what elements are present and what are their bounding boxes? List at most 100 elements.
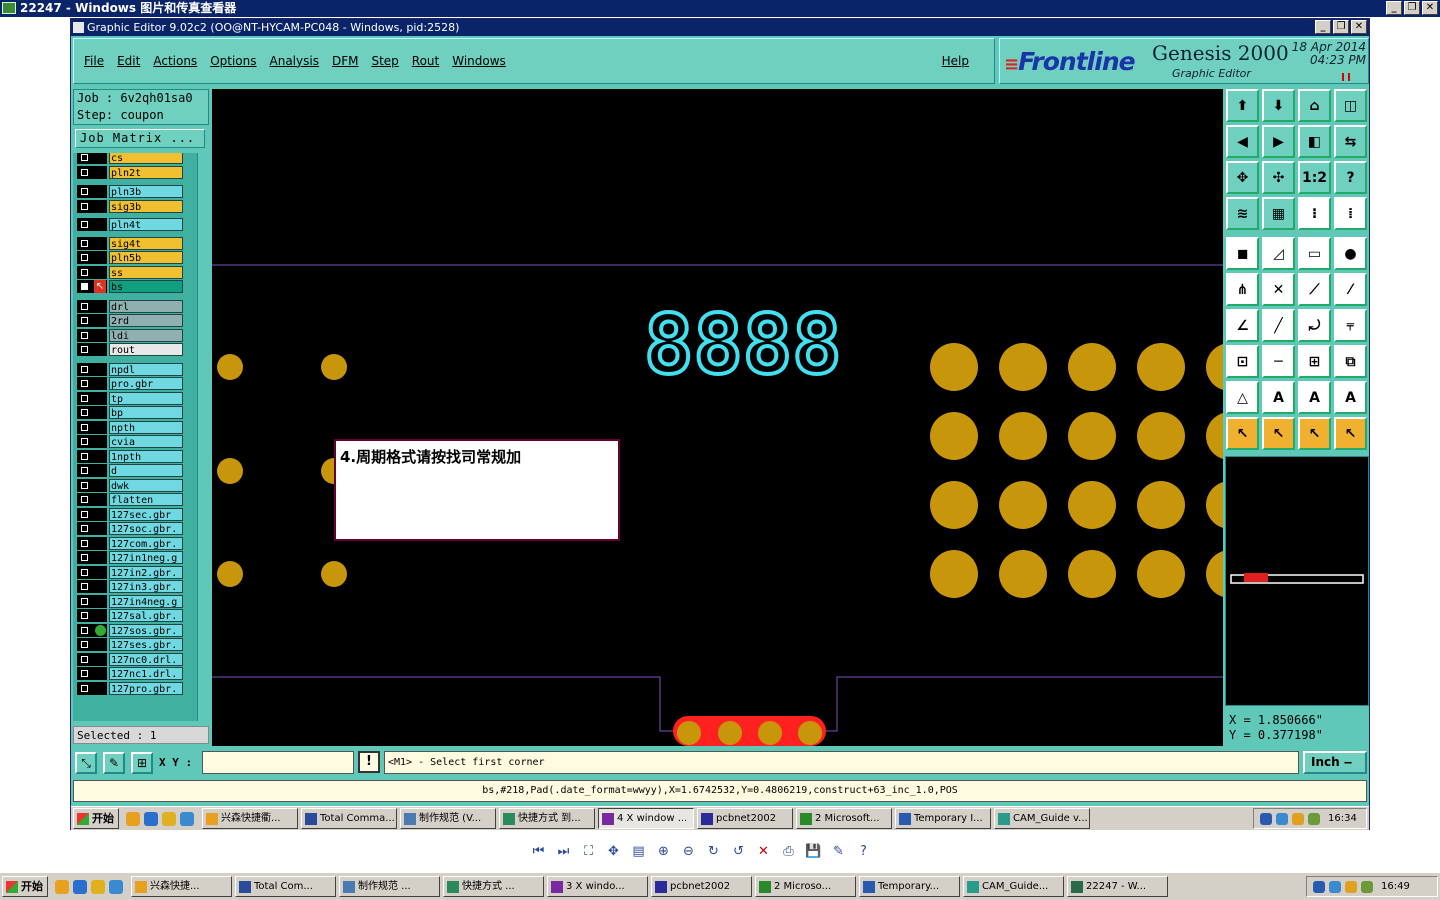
layer-checkbox[interactable]: [77, 464, 107, 477]
zoom-center-icon[interactable]: ✣: [1262, 161, 1295, 194]
help-icon[interactable]: ?: [1334, 161, 1367, 194]
layer-row[interactable]: rout: [75, 343, 185, 356]
layer-row[interactable]: ss: [75, 265, 185, 279]
node-icon[interactable]: ⊡: [1226, 345, 1259, 378]
taskbar-item[interactable]: 快捷方式 ...: [443, 876, 544, 897]
xy-input[interactable]: [202, 751, 354, 774]
points-icon[interactable]: ⁄: [1334, 273, 1367, 306]
unit-selector[interactable]: Inch ‒: [1303, 751, 1367, 774]
job-matrix-button[interactable]: Job Matrix ...: [75, 129, 205, 148]
taskbar-item[interactable]: 22247 - W...: [1067, 876, 1168, 897]
layer-row[interactable]: 1npth: [75, 449, 185, 463]
tray-icon[interactable]: [1313, 880, 1325, 893]
tray-icon[interactable]: [1292, 812, 1304, 825]
app-close-button[interactable]: ✕: [1351, 20, 1367, 34]
text-a-icon[interactable]: △: [1226, 381, 1259, 414]
measure-icon[interactable]: ⊞: [1298, 345, 1331, 378]
layer-checkbox[interactable]: [77, 652, 107, 666]
layer-row[interactable]: pln3b: [75, 185, 185, 198]
layer-row[interactable]: pro.gbr: [75, 377, 185, 390]
layer-row[interactable]: ldi: [75, 328, 185, 342]
outlook-icon[interactable]: [109, 879, 123, 894]
zoom-fit-icon[interactable]: ✥: [1226, 161, 1259, 194]
menu-rout[interactable]: Rout: [412, 54, 439, 68]
best-fit-icon[interactable]: ⛶: [580, 843, 597, 860]
transform-icon[interactable]: ◿: [1262, 237, 1295, 270]
tray-icon[interactable]: [1361, 880, 1373, 893]
taskbar-item[interactable]: Total Comma...: [301, 808, 397, 829]
dash-icon[interactable]: ─: [1262, 345, 1295, 378]
taskbar-item[interactable]: 兴森快捷...: [131, 876, 232, 897]
layer-row[interactable]: pln4t: [75, 218, 185, 231]
layer-row[interactable]: 127in1neg.g: [75, 551, 185, 564]
layer-row[interactable]: 127ses.gbr.: [75, 638, 185, 651]
layer-row[interactable]: 127com.gbr.: [75, 536, 185, 550]
layer-row[interactable]: npdl: [75, 362, 185, 376]
grid-icon[interactable]: ▦: [1262, 197, 1295, 230]
layer-checkbox[interactable]: [77, 449, 107, 463]
tray-icon[interactable]: [1308, 812, 1320, 825]
arc-icon[interactable]: ⤾: [1298, 309, 1331, 342]
layer-checkbox[interactable]: [77, 236, 107, 250]
start-button[interactable]: 开始: [73, 808, 119, 829]
layer-row[interactable]: sig4t: [75, 236, 185, 250]
layer-checkbox[interactable]: [77, 328, 107, 342]
layer-row[interactable]: sig3b: [75, 199, 185, 213]
app-restore-button[interactable]: ❐: [1333, 20, 1349, 34]
tray-icon[interactable]: [1260, 812, 1272, 825]
viewer-help-icon[interactable]: ?: [855, 843, 872, 860]
layer-row[interactable]: npth: [75, 420, 185, 434]
layer-checkbox[interactable]: [77, 681, 107, 695]
messenger-icon[interactable]: [126, 811, 140, 826]
taskbar-item[interactable]: 快捷方式 到...: [499, 808, 595, 829]
layer-scrollbar[interactable]: [197, 153, 207, 721]
layer-checkbox[interactable]: [77, 362, 107, 376]
layer-checkbox[interactable]: [77, 667, 107, 680]
home-icon[interactable]: ⌂: [1298, 89, 1331, 122]
select-tool-button[interactable]: ⤡: [75, 752, 97, 774]
save-icon[interactable]: ⬇: [1262, 89, 1295, 122]
media-icon[interactable]: [162, 811, 176, 826]
layer-checkbox[interactable]: [77, 343, 107, 356]
open-icon[interactable]: ⬆: [1226, 89, 1259, 122]
menu-windows[interactable]: Windows: [452, 54, 506, 68]
window-icon[interactable]: ◫: [1334, 89, 1367, 122]
layer-row[interactable]: pln2t: [75, 165, 185, 179]
warning-button[interactable]: !: [358, 751, 380, 773]
zoom-out-icon[interactable]: ⊖: [680, 843, 697, 860]
layer-checkbox[interactable]: ↖: [77, 280, 107, 293]
pointer-icon[interactable]: ↖: [1226, 417, 1259, 450]
layer-checkbox[interactable]: [77, 565, 107, 579]
fit-icon[interactable]: ◧: [1298, 125, 1331, 158]
pen-tool-button[interactable]: ✎: [103, 752, 125, 774]
menu-help[interactable]: Help: [942, 54, 969, 68]
menu-step[interactable]: Step: [371, 54, 398, 68]
app-minimize-button[interactable]: _: [1315, 20, 1331, 34]
layer-row[interactable]: cvia: [75, 435, 185, 448]
next-image-icon[interactable]: ⏭: [555, 843, 572, 860]
layer-checkbox[interactable]: [77, 377, 107, 390]
line-icon[interactable]: ⟋: [1298, 273, 1331, 306]
taskbar-item[interactable]: 制作规范 ...: [339, 876, 440, 897]
layer-row[interactable]: pln5b: [75, 251, 185, 264]
layer-row[interactable]: 127sal.gbr.: [75, 609, 185, 622]
layer-checkbox[interactable]: [77, 594, 107, 608]
layer-checkbox[interactable]: [77, 522, 107, 535]
minimize-button[interactable]: _: [1386, 1, 1402, 15]
layer-row[interactable]: 127nc1.drl.: [75, 667, 185, 680]
taskbar-item[interactable]: pcbnet2002: [697, 808, 793, 829]
group-icon[interactable]: ⧉: [1334, 345, 1367, 378]
layer-checkbox[interactable]: [77, 314, 107, 327]
text-a2-icon[interactable]: A: [1262, 381, 1295, 414]
layer-row[interactable]: 127sec.gbr: [75, 507, 185, 521]
media-icon[interactable]: [91, 879, 105, 894]
restore-button[interactable]: ❐: [1404, 1, 1420, 15]
layer-row[interactable]: 127soc.gbr.: [75, 522, 185, 535]
start-button[interactable]: 开始: [2, 876, 48, 897]
mirror-f-icon[interactable]: ⫧: [1334, 309, 1367, 342]
layer-checkbox[interactable]: [77, 478, 107, 492]
layer-row[interactable]: d: [75, 464, 185, 477]
layer-checkbox[interactable]: [77, 580, 107, 593]
taskbar-item[interactable]: 3 X windo...: [547, 876, 648, 897]
layer-row[interactable]: dwk: [75, 478, 185, 492]
